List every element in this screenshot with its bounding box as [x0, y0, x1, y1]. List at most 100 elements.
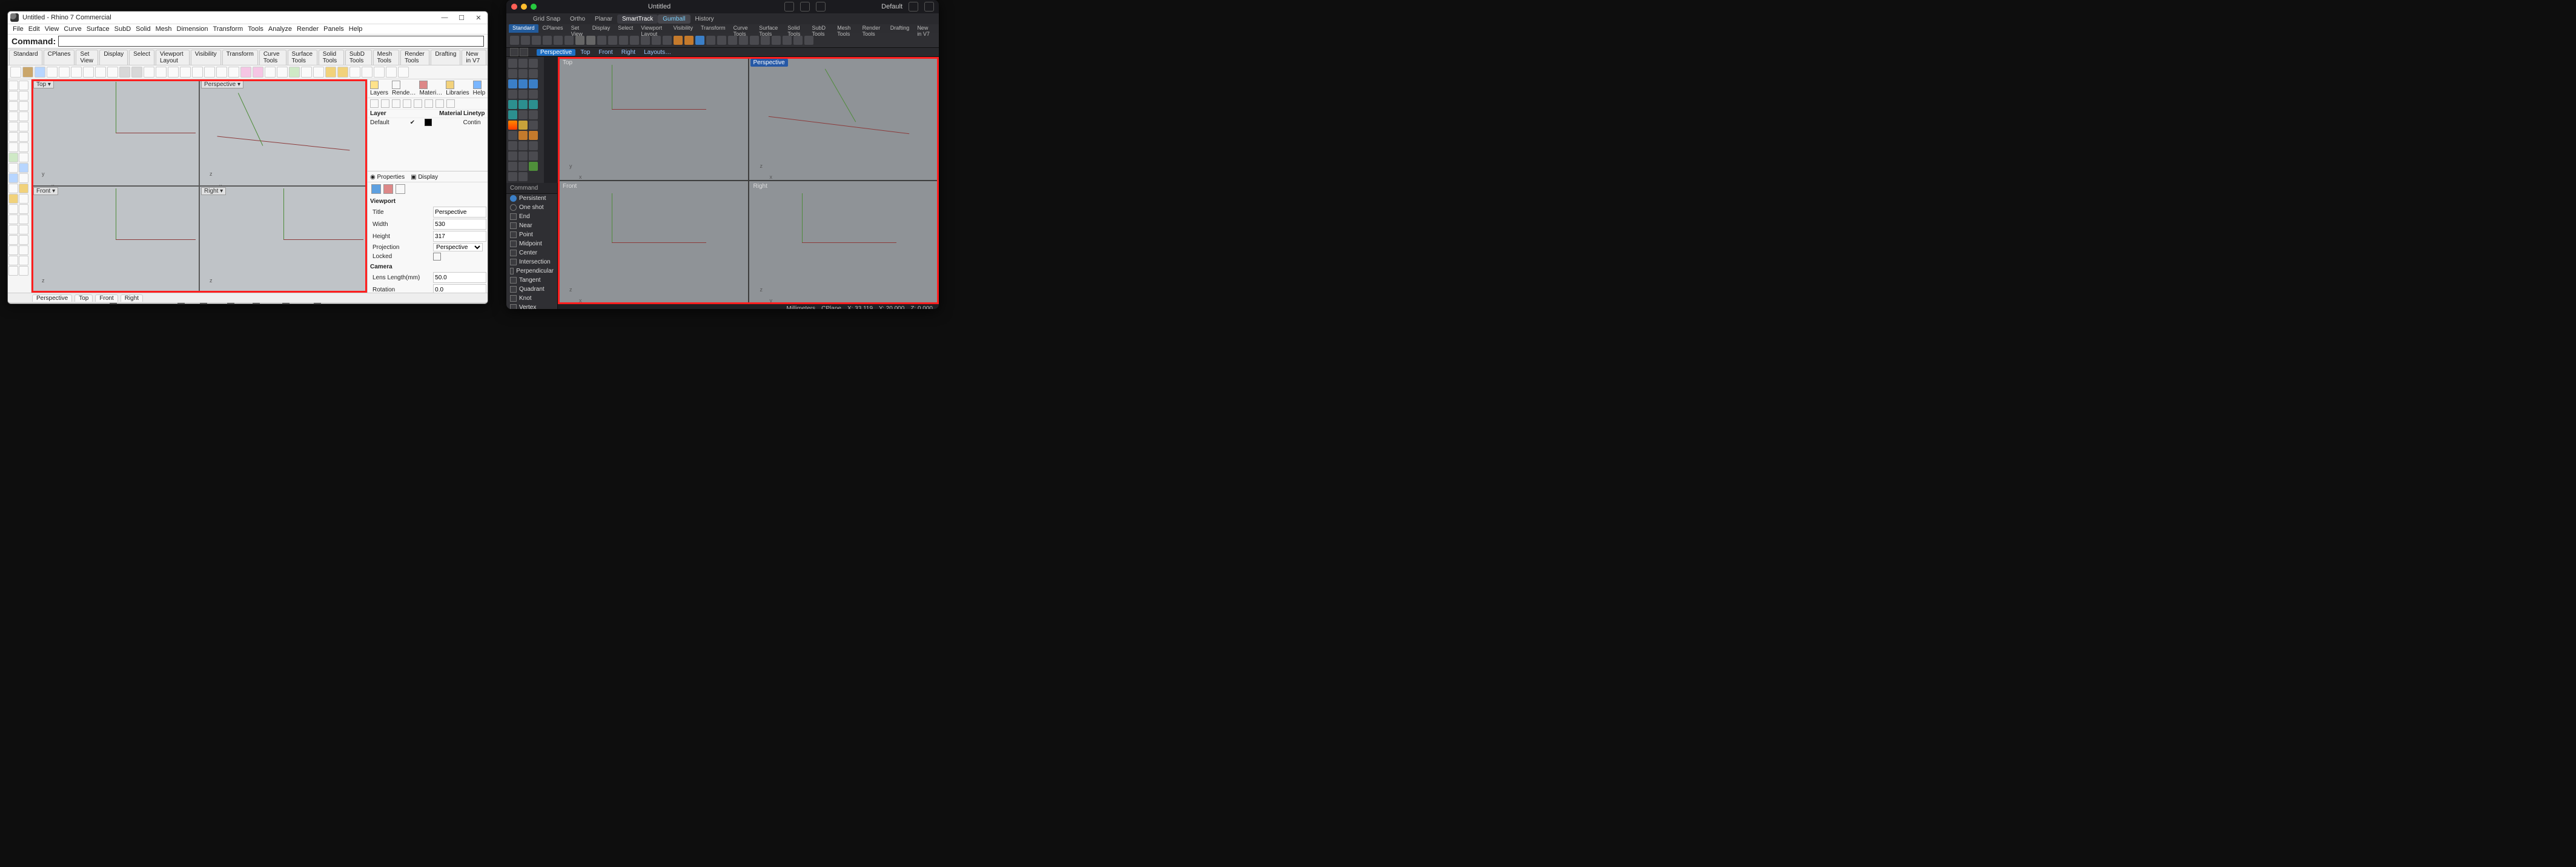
layer-name[interactable]: Default: [370, 119, 409, 126]
curve-icon[interactable]: [508, 79, 517, 88]
panel-tab-render[interactable]: Rende…: [392, 81, 416, 96]
vp-layout-icon[interactable]: [520, 48, 528, 56]
tab-newv7[interactable]: New in V7: [462, 50, 486, 65]
point-icon[interactable]: [8, 91, 18, 101]
fillet-icon[interactable]: [19, 235, 28, 245]
new-icon[interactable]: [510, 36, 519, 45]
ellipse-icon[interactable]: [19, 132, 28, 142]
panel-tab-layers[interactable]: Layers: [370, 81, 388, 96]
mtab-drafting[interactable]: Drafting: [887, 24, 913, 33]
hide-icon[interactable]: [663, 36, 672, 45]
layer-row-default[interactable]: Default Contin: [368, 118, 488, 127]
mode-ortho[interactable]: Ortho: [565, 15, 590, 24]
paste-icon[interactable]: [83, 67, 94, 78]
tab-rendertools[interactable]: Render Tools: [400, 50, 429, 65]
maximize-button[interactable]: ☐: [455, 14, 468, 22]
prop-value-input[interactable]: [433, 207, 486, 218]
new-icon[interactable]: [10, 67, 21, 78]
split-icon[interactable]: [508, 131, 517, 140]
panel-tab-materials[interactable]: Materi…: [419, 81, 442, 96]
move-icon[interactable]: [19, 204, 28, 214]
mac-osnap-quadrant[interactable]: Quadrant: [506, 285, 557, 294]
mode-gumball[interactable]: Gumball: [658, 15, 690, 24]
obj-icon[interactable]: [371, 184, 381, 194]
tab-transform[interactable]: Transform: [222, 50, 258, 65]
mac-osnap-point[interactable]: Point: [506, 230, 557, 239]
curve-icon[interactable]: [8, 111, 18, 121]
mtab-meshtools[interactable]: Mesh Tools: [833, 24, 858, 33]
box-icon[interactable]: [19, 153, 28, 162]
mac-viewport-area[interactable]: Top y x Perspective z x: [558, 57, 939, 304]
menu-view[interactable]: View: [45, 25, 59, 33]
mtab-newinv7[interactable]: New in V7: [913, 24, 936, 33]
vptab-right[interactable]: Right: [121, 294, 143, 302]
layers-icon[interactable]: [240, 67, 251, 78]
zoomext-icon[interactable]: [608, 36, 617, 45]
copy-icon[interactable]: [71, 67, 82, 78]
pointer-icon[interactable]: [8, 81, 18, 90]
osnap-quad[interactable]: Quad: [200, 303, 223, 304]
analyze-icon[interactable]: [518, 172, 528, 181]
prop-value-check[interactable]: [433, 253, 441, 261]
mac-osnap-center[interactable]: Center: [506, 248, 557, 257]
tab-display[interactable]: Display: [99, 50, 128, 65]
open-icon[interactable]: [521, 36, 530, 45]
meshprim-icon[interactable]: [8, 184, 18, 193]
pan-icon[interactable]: [119, 67, 130, 78]
mtab-cplanes[interactable]: CPlanes: [539, 24, 567, 33]
menu-edit[interactable]: Edit: [28, 25, 40, 33]
polyline-icon[interactable]: [19, 101, 28, 111]
ortho-icon[interactable]: [816, 2, 826, 12]
group-icon[interactable]: [508, 162, 517, 171]
ungroup-icon[interactable]: [518, 162, 528, 171]
explode-icon[interactable]: [19, 184, 28, 193]
osnap-cen[interactable]: Cen: [110, 303, 130, 304]
layer-up-icon[interactable]: [392, 99, 400, 108]
surface-icon[interactable]: [19, 142, 28, 152]
mtab-select[interactable]: Select: [614, 24, 637, 33]
namedview-icon[interactable]: [374, 67, 385, 78]
render-icon[interactable]: [277, 67, 288, 78]
menu-help[interactable]: Help: [349, 25, 363, 33]
line-icon[interactable]: [8, 101, 18, 111]
hide-icon[interactable]: [216, 67, 227, 78]
sphere-icon[interactable]: [508, 110, 517, 119]
options-icon[interactable]: [717, 36, 726, 45]
prop-value-input[interactable]: [433, 219, 486, 230]
mac-osnap-near[interactable]: Near: [506, 221, 557, 230]
tab-subdtools[interactable]: SubD Tools: [345, 50, 372, 65]
mac-status-units[interactable]: Millimeters: [786, 305, 815, 310]
panel-tab-libraries[interactable]: Libraries: [446, 81, 469, 96]
layer-on-icon[interactable]: [410, 119, 424, 126]
layer-color-swatch[interactable]: [425, 119, 432, 126]
analyze-icon[interactable]: [19, 266, 28, 276]
vptab-front[interactable]: Front: [95, 294, 118, 302]
osnap-vertex[interactable]: Vertex: [253, 303, 279, 304]
show-icon[interactable]: [204, 67, 215, 78]
close-button[interactable]: ✕: [472, 14, 485, 22]
tab-cplanes[interactable]: CPlanes: [44, 50, 75, 65]
text-icon[interactable]: [8, 142, 18, 152]
osnap-near[interactable]: ✓ Near: [35, 304, 57, 305]
gear-icon[interactable]: [924, 2, 934, 12]
sellast-icon[interactable]: [750, 36, 759, 45]
cylinder-icon[interactable]: [518, 110, 528, 119]
mode-planar[interactable]: Planar: [590, 15, 617, 24]
mtab-display[interactable]: Display: [589, 24, 614, 33]
vpbar-front[interactable]: Front: [595, 49, 616, 56]
scale-icon[interactable]: [8, 225, 18, 234]
setlayer-icon[interactable]: [684, 36, 694, 45]
print-icon[interactable]: [47, 67, 58, 78]
vpbar-perspective[interactable]: Perspective: [537, 49, 575, 56]
pointer-icon[interactable]: [508, 59, 517, 68]
osnap-knot[interactable]: Knot: [227, 303, 248, 304]
save-icon[interactable]: [532, 36, 541, 45]
mac-titlebar[interactable]: Untitled Default: [506, 0, 939, 13]
menu-render[interactable]: Render: [297, 25, 319, 33]
menu-mesh[interactable]: Mesh: [156, 25, 172, 33]
open-icon[interactable]: [22, 67, 33, 78]
menu-panels[interactable]: Panels: [323, 25, 344, 33]
viewport-area[interactable]: Top ▾ y x Perspective ▾ z x: [31, 79, 367, 293]
lasso-icon[interactable]: [19, 81, 28, 90]
cone-icon[interactable]: [529, 110, 538, 119]
